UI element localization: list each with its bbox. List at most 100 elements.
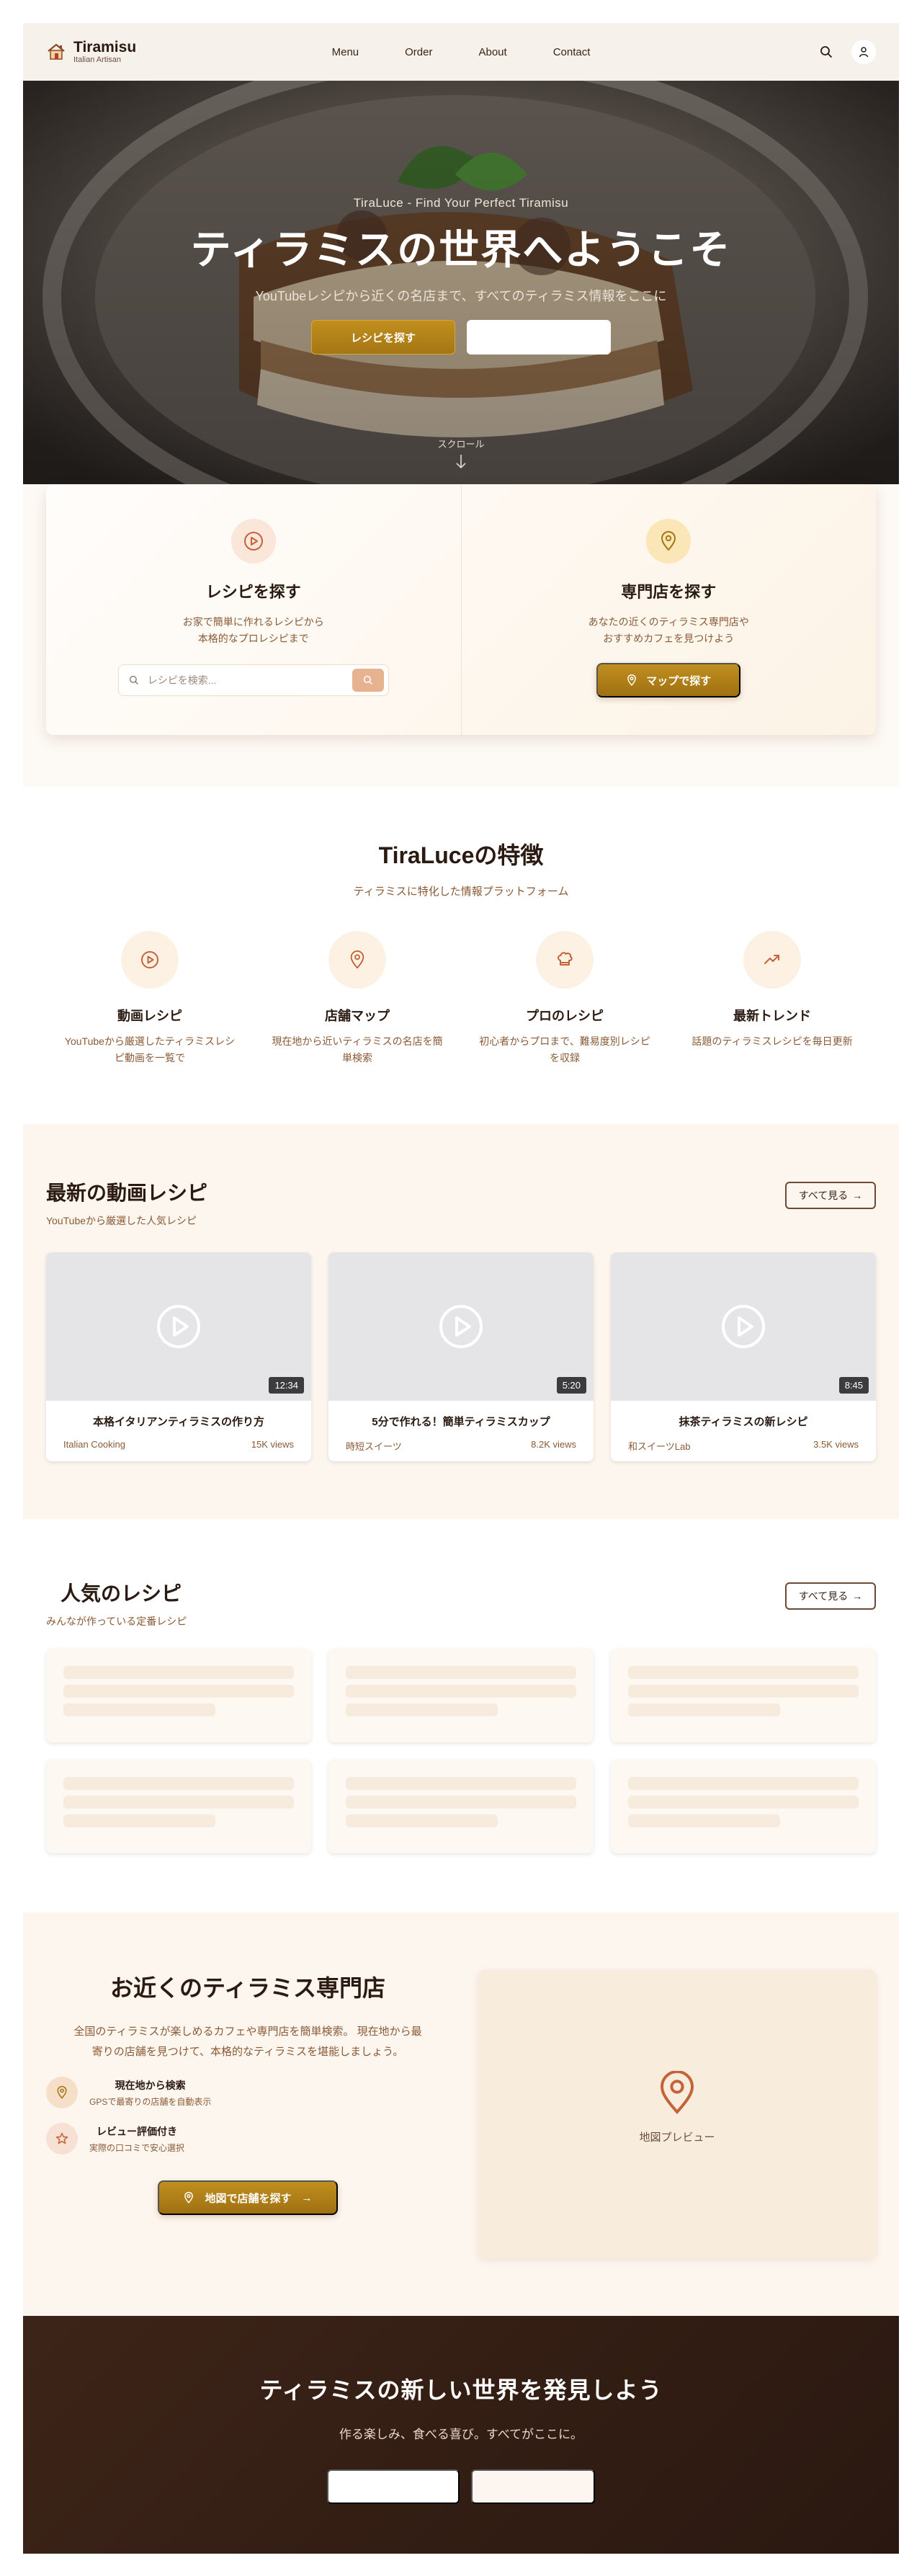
video-views: 15K views xyxy=(251,1439,294,1450)
feature-desc-2: 単検索 xyxy=(342,1052,372,1064)
video-card[interactable]: 5:20 5分で作れる！簡単ティラミスカップ 時短スイーツ 8.2K views xyxy=(328,1252,594,1461)
video-card[interactable]: 12:34 本格イタリアンティラミスの作り方 Italian Cooking 15… xyxy=(46,1252,311,1461)
arrow-down-icon xyxy=(456,455,466,469)
cta-title: ティラミスの新しい世界を発見しよう xyxy=(259,2377,663,2403)
store-finder-desc: あなたの近くのティラミス専門店や xyxy=(588,616,749,628)
nav-order[interactable]: Order xyxy=(405,46,432,58)
chef-hat-icon xyxy=(536,931,594,989)
recipe-search-button[interactable] xyxy=(352,669,384,692)
features-subtitle: ティラミスに特化した情報プラットフォーム xyxy=(353,886,569,898)
store-feature-title: レビュー評価付き xyxy=(97,2125,177,2137)
feature-title: プロのレシピ xyxy=(526,1009,604,1023)
videos-see-all-button[interactable]: すべて見る → xyxy=(785,1182,876,1209)
store-feature-reviews: レビュー評価付き 実際の口コミで安心選択 xyxy=(46,2123,449,2154)
recipe-card-skeleton xyxy=(328,1760,594,1853)
logo[interactable]: Tiramisu Italian Artisan xyxy=(46,38,137,65)
finder-card: レシピを探す お家で簡単に作れるレシピから 本格的なプロレシピまで レシピを検索… xyxy=(46,484,876,735)
video-duration: 8:45 xyxy=(838,1377,869,1394)
play-icon xyxy=(722,1305,765,1348)
nav-menu[interactable]: Menu xyxy=(332,46,359,58)
stores-section: お近くのティラミス専門店 全国のティラミスが楽しめるカフェや専門店を簡単検索。 … xyxy=(23,1912,899,2316)
feature-desc: YouTubeから厳選したティラミスレシ xyxy=(64,1035,236,1047)
cta-primary-button[interactable] xyxy=(327,2469,460,2504)
map-pin-icon xyxy=(660,2070,694,2114)
feature-desc: 話題のティラミスレシピを毎日更新 xyxy=(692,1035,853,1047)
recipe-search-input[interactable]: レシピを検索... xyxy=(117,664,389,696)
video-thumbnail[interactable]: 12:34 xyxy=(46,1252,311,1401)
arrow-right-icon: → xyxy=(852,1590,863,1602)
hero-section: TiraLuce - Find Your Perfect Tiramisu ティ… xyxy=(23,81,899,496)
video-duration: 12:34 xyxy=(269,1377,304,1394)
videos-title: 最新の動画レシピ xyxy=(46,1182,208,1204)
nav-about[interactable]: About xyxy=(478,46,506,58)
find-stores-label: 地図で店舗を探す xyxy=(205,2192,292,2205)
video-title: 本格イタリアンティラミスの作り方 xyxy=(93,1416,264,1428)
popular-see-all-button[interactable]: すべて見る → xyxy=(785,1582,876,1610)
feature-title: 動画レシピ xyxy=(117,1009,182,1023)
recipe-search-placeholder: レシピを検索... xyxy=(147,674,217,686)
video-channel: Italian Cooking xyxy=(63,1439,125,1450)
cta-secondary-button[interactable] xyxy=(471,2469,595,2504)
find-stores-button[interactable]: 地図で店舗を探す → xyxy=(158,2180,338,2215)
video-thumbnail[interactable]: 5:20 xyxy=(328,1252,594,1401)
video-thumbnail[interactable]: 8:45 xyxy=(611,1252,876,1401)
map-pin-icon xyxy=(627,674,637,686)
popular-recipes-section: 人気のレシピ みんなが作っている定番レシピ すべて見る → xyxy=(23,1519,899,1912)
recipe-card-skeleton xyxy=(328,1649,594,1742)
page: Tiramisu Italian Artisan Menu Order Abou… xyxy=(23,0,899,2576)
find-recipes-button[interactable]: レシピを探す xyxy=(311,320,455,355)
scroll-label: スクロール xyxy=(437,439,485,450)
feature-title: 最新トレンド xyxy=(733,1009,811,1023)
video-duration: 5:20 xyxy=(556,1377,586,1394)
feature-item: 最新トレンド 話題のティラミスレシピを毎日更新 xyxy=(668,931,876,1066)
recipe-finder-desc: お家で簡単に作れるレシピから xyxy=(182,616,324,628)
cta-subtitle: 作る楽しみ、食べる喜び。すべてがここに。 xyxy=(339,2428,583,2441)
video-views: 3.5K views xyxy=(813,1439,859,1450)
scroll-indicator[interactable]: スクロール xyxy=(23,437,899,473)
arrow-right-icon: → xyxy=(301,2191,313,2204)
feature-item: 動画レシピ YouTubeから厳選したティラミスレシ ピ動画を一覧で xyxy=(46,931,254,1066)
stores-title: お近くのティラミス専門店 xyxy=(109,1975,386,2001)
stores-desc: 全国のティラミスが楽しめるカフェや専門店を簡単検索。 現在地から最 xyxy=(73,2025,422,2038)
popular-subtitle: みんなが作っている定番レシピ xyxy=(46,1615,187,1627)
video-card[interactable]: 8:45 抹茶ティラミスの新レシピ 和スイーツLab 3.5K views xyxy=(611,1252,876,1461)
videos-subtitle: YouTubeから厳選した人気レシピ xyxy=(46,1215,197,1226)
search-icon[interactable] xyxy=(814,40,838,64)
hero-title: ティラミスの世界へようこそ xyxy=(190,227,732,272)
search-map-label: マップで探す xyxy=(646,674,712,687)
hero-kicker: TiraLuce - Find Your Perfect Tiramisu xyxy=(353,196,569,210)
house-logo-icon xyxy=(46,42,66,62)
feature-title: 店舗マップ xyxy=(325,1009,390,1023)
play-icon xyxy=(157,1305,200,1348)
finder-section: レシピを探す お家で簡単に作れるレシピから 本格的なプロレシピまで レシピを検索… xyxy=(23,484,899,787)
nav-contact[interactable]: Contact xyxy=(553,46,591,58)
arrow-right-icon: → xyxy=(852,1190,863,1201)
main-nav: Menu Order About Contact xyxy=(23,23,899,81)
see-all-label: すべて見る xyxy=(798,1590,849,1602)
store-feature-gps: 現在地から検索 GPSで最寄りの店舗を自動表示 xyxy=(46,2077,449,2108)
video-title: 5分で作れる！簡単ティラミスカップ xyxy=(372,1416,550,1428)
video-title: 抹茶ティラミスの新レシピ xyxy=(679,1416,808,1428)
star-icon xyxy=(46,2123,78,2154)
play-icon xyxy=(439,1305,483,1348)
search-icon xyxy=(129,675,138,685)
feature-item: 店舗マップ 現在地から近いティラミスの名店を簡 単検索 xyxy=(254,931,461,1066)
user-icon[interactable] xyxy=(851,40,876,64)
feature-desc: 現在地から近いティラミスの名店を簡 xyxy=(272,1035,443,1047)
map-pin-icon xyxy=(184,2191,194,2203)
map-preview-label: 地図プレビュー xyxy=(639,2131,715,2144)
recipe-card-skeleton xyxy=(611,1760,876,1853)
recipe-finder: レシピを探す お家で簡単に作れるレシピから 本格的なプロレシピまで レシピを検索… xyxy=(46,484,461,735)
store-finder-title: 専門店を探す xyxy=(621,583,717,601)
brand-tagline: Italian Artisan xyxy=(73,55,122,64)
secondary-hero-button[interactable] xyxy=(467,320,611,355)
video-views: 8.2K views xyxy=(531,1439,576,1450)
map-pin-icon xyxy=(646,519,692,563)
search-map-button[interactable]: マップで探す xyxy=(596,663,741,698)
store-feature-desc: GPSで最寄りの店舗を自動表示 xyxy=(89,2096,212,2107)
map-preview[interactable]: 地図プレビュー xyxy=(478,1970,876,2258)
feature-desc-2: を収録 xyxy=(550,1052,580,1064)
brand-name: Tiramisu xyxy=(73,38,137,55)
store-feature-desc: 実際の口コミで安心選択 xyxy=(89,2142,185,2153)
video-channel: 時短スイーツ xyxy=(346,1441,402,1452)
